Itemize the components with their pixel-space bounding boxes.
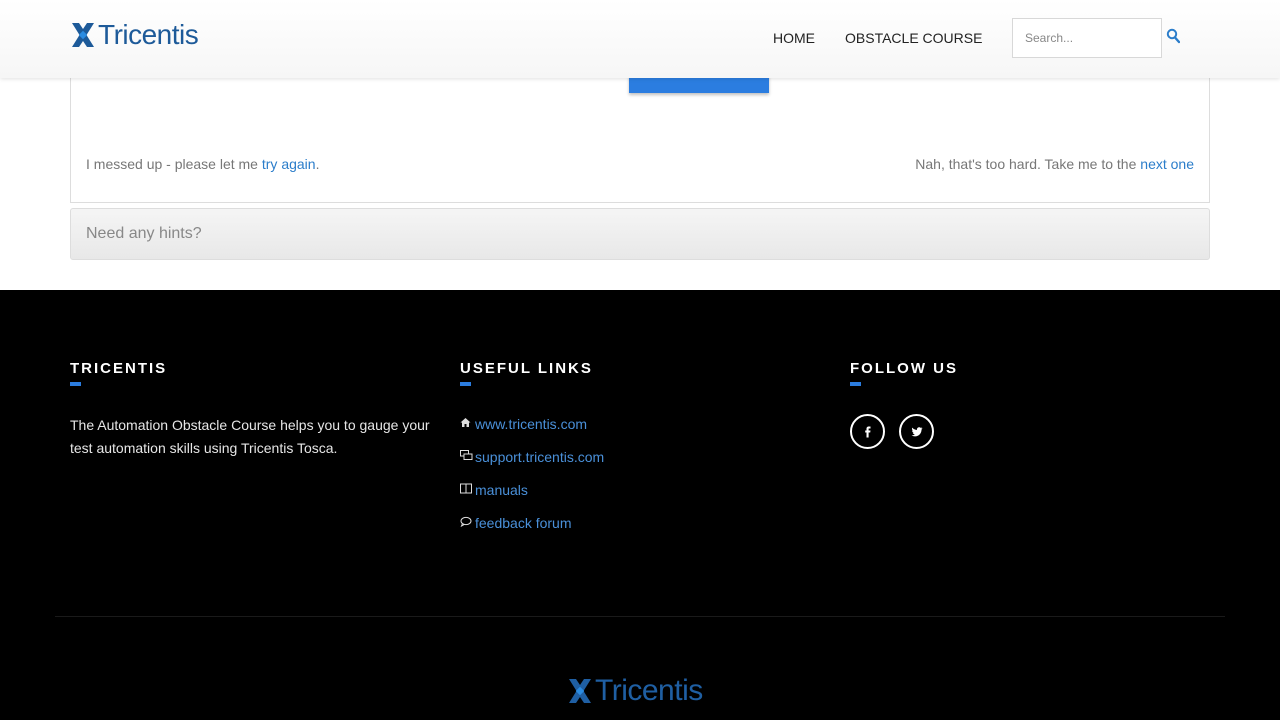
link-item: feedback forum: [460, 515, 604, 548]
twitter-icon: [911, 426, 922, 436]
feedback-forum-link[interactable]: feedback forum: [475, 515, 572, 532]
book-icon: [460, 483, 475, 497]
comment-icon: [460, 516, 475, 530]
tricentis-logo[interactable]: Tricentis: [70, 19, 199, 50]
chat-icon: [460, 450, 475, 464]
site-footer: TRICENTIS USEFUL LINKS FOLLOW US The Aut…: [0, 290, 1280, 720]
footer-description: The Automation Obstacle Course helps you…: [70, 417, 430, 456]
footer-logo[interactable]: Tricentis: [567, 676, 703, 706]
next-line: Nah, that's too hard. Take me to the nex…: [915, 156, 1194, 172]
support-link[interactable]: support.tricentis.com: [475, 449, 604, 466]
facebook-icon: [864, 426, 870, 437]
next-prefix: Nah, that's too hard. Take me to the: [915, 156, 1141, 172]
nav-home[interactable]: HOME: [773, 30, 815, 46]
hints-toggle[interactable]: Need any hints?: [70, 208, 1210, 260]
footer-heading-follow-us: FOLLOW US: [850, 360, 958, 386]
try-again-link[interactable]: try again: [262, 156, 316, 172]
link-item: www.tricentis.com: [460, 416, 604, 449]
next-one-link[interactable]: next one: [1140, 156, 1194, 172]
home-icon: [460, 417, 475, 431]
search-input[interactable]: [1012, 18, 1162, 58]
footer-logo-text: Tricentis: [595, 674, 703, 707]
search-icon[interactable]: [1166, 28, 1180, 44]
link-item: support.tricentis.com: [460, 449, 604, 482]
twitter-button[interactable]: [899, 414, 934, 449]
tricentis-site-link[interactable]: www.tricentis.com: [475, 416, 587, 433]
retry-line: I messed up - please let me try again.: [86, 156, 319, 172]
nav-obstacle-course[interactable]: OBSTACLE COURSE: [845, 30, 982, 46]
footer-heading-tricentis: TRICENTIS: [70, 360, 168, 386]
tricentis-x-icon: [72, 23, 94, 47]
retry-prefix: I messed up - please let me: [86, 156, 262, 172]
facebook-button[interactable]: [850, 414, 885, 449]
link-item: manuals: [460, 482, 604, 515]
tricentis-x-icon: [569, 679, 591, 703]
manuals-link[interactable]: manuals: [475, 482, 528, 499]
footer-heading-useful-links: USEFUL LINKS: [460, 360, 593, 386]
useful-links-list: www.tricentis.com support.tricentis.com …: [460, 416, 604, 548]
site-header: Tricentis HOME OBSTACLE COURSE: [0, 0, 1280, 78]
retry-suffix: .: [315, 156, 320, 172]
logo-text: Tricentis: [98, 19, 199, 50]
footer-divider: [55, 616, 1225, 617]
